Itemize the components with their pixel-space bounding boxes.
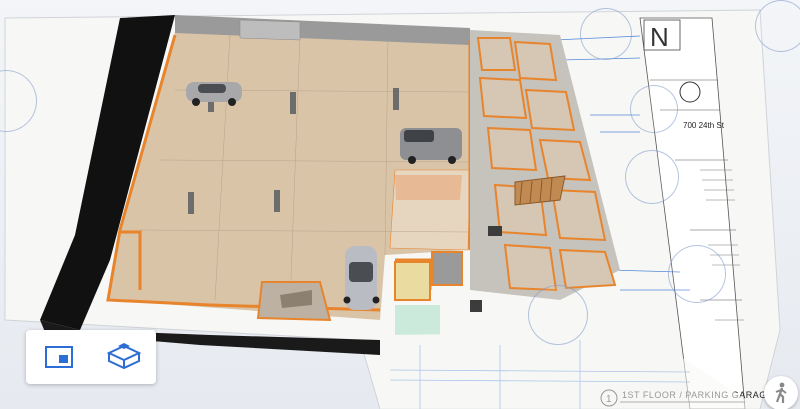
camera-hotspot[interactable]	[668, 245, 726, 303]
vestibule	[395, 305, 440, 335]
camera-hotspot[interactable]	[580, 8, 632, 60]
north-arrow-icon: N	[643, 19, 681, 52]
walk-mode-button[interactable]	[764, 376, 798, 409]
camera-hotspot[interactable]	[528, 285, 588, 345]
entrance-stair	[256, 281, 332, 322]
walk-person-icon	[775, 382, 787, 403]
view-mode-toolbar	[26, 330, 156, 384]
lobby-floor	[394, 261, 431, 301]
sheet-view-icon	[44, 346, 73, 368]
north-label: N	[650, 22, 669, 52]
car-2	[343, 246, 380, 310]
hatched-area	[395, 175, 462, 200]
model-viewport[interactable]: N 700 24th St 1 1ST FLOOR / PARKING GARA…	[0, 0, 800, 409]
camera-hotspot[interactable]	[755, 0, 800, 52]
elevator-shaft	[431, 251, 463, 286]
sheet-view-button[interactable]	[39, 339, 79, 375]
model-3d-view-icon	[106, 343, 141, 370]
project-address: 700 24th St	[683, 121, 725, 130]
van	[400, 128, 462, 164]
camera-hotspot[interactable]	[630, 85, 678, 133]
stair-north	[239, 19, 301, 41]
model-3d-view-button[interactable]	[104, 339, 144, 375]
camera-hotspot[interactable]	[625, 150, 679, 204]
